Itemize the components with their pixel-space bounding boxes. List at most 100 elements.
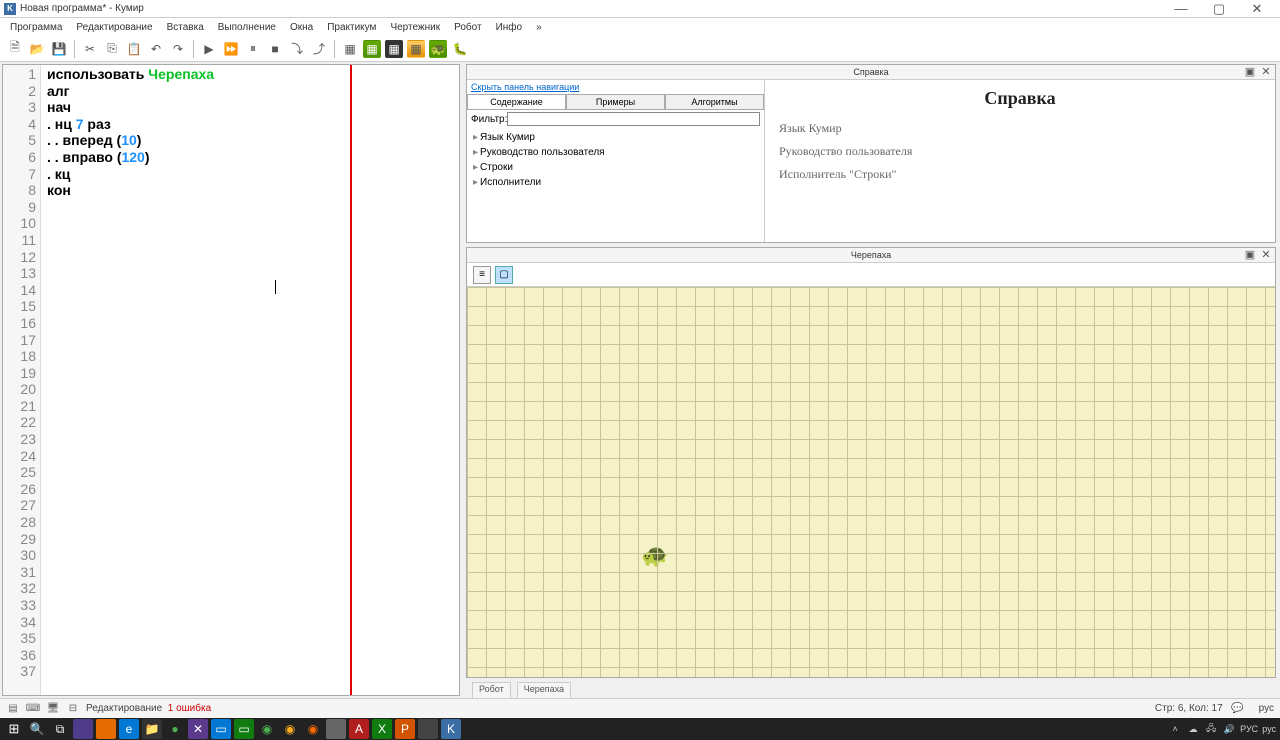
actor-black-icon[interactable]: ▦ — [385, 40, 403, 58]
help-tab-0[interactable]: Содержание — [467, 94, 566, 109]
menu-Чертежник[interactable]: Чертежник — [384, 20, 446, 35]
tray-chevron-icon[interactable]: ˄ — [1168, 722, 1182, 736]
taskbar-app-10[interactable]: ◉ — [280, 719, 300, 739]
menu-Робот[interactable]: Робот — [448, 20, 487, 35]
help-tab-2[interactable]: Алгоритмы — [665, 94, 764, 109]
text-caret — [275, 280, 276, 294]
code-line[interactable]: . кц — [47, 166, 453, 183]
sb-icon-2[interactable]: ⌨ — [26, 702, 40, 716]
help-link[interactable]: Руководство пользователя — [779, 140, 1261, 163]
menu-»[interactable]: » — [530, 20, 548, 35]
actor-tab[interactable]: Черепаха — [517, 682, 571, 698]
actor-green-icon[interactable]: ▦ — [363, 40, 381, 58]
taskbar-kumir-icon[interactable]: K — [441, 719, 461, 739]
taskbar-app-5[interactable]: ● — [165, 719, 185, 739]
help-link[interactable]: Исполнитель "Строки" — [779, 163, 1261, 186]
panel-close-icon[interactable]: ✕ — [1259, 248, 1273, 261]
tray-lang[interactable]: РУС — [1240, 724, 1258, 734]
cut-icon[interactable]: ✂ — [81, 40, 99, 58]
stop-icon[interactable]: ■ — [266, 40, 284, 58]
help-tree-item[interactable]: ▸Руководство пользователя — [473, 145, 758, 160]
help-link[interactable]: Язык Кумир — [779, 117, 1261, 140]
panel-close-icon[interactable]: ✕ — [1259, 65, 1273, 78]
taskbar-app-6[interactable]: ✕ — [188, 719, 208, 739]
taskbar-app-12[interactable] — [326, 719, 346, 739]
code-editor[interactable]: 1234567891011121314151617181920212223242… — [2, 64, 460, 696]
actor-yellow-icon[interactable]: ▦ — [407, 40, 425, 58]
step-over-icon[interactable]: ⤴ — [310, 40, 328, 58]
turtle-menu-icon[interactable]: ≡ — [473, 266, 491, 284]
sb-icon-4[interactable]: ⊟ — [66, 702, 80, 716]
open-file-icon[interactable]: 📂 — [28, 40, 46, 58]
code-line[interactable]: использовать Черепаха — [47, 66, 453, 83]
menu-Выполнение[interactable]: Выполнение — [212, 20, 282, 35]
task-view-icon[interactable]: ⧉ — [50, 719, 70, 739]
taskbar-app-7[interactable]: ▭ — [211, 719, 231, 739]
taskbar-app-4[interactable]: 📁 — [142, 719, 162, 739]
help-tree-item[interactable]: ▸Строки — [473, 160, 758, 175]
code-line[interactable]: . нц 7 раз — [47, 116, 453, 133]
turtle-canvas[interactable]: 🐢 — [467, 287, 1275, 677]
code-line[interactable]: кон — [47, 182, 453, 199]
help-tree-item[interactable]: ▸Исполнители — [473, 175, 758, 190]
taskbar-app-3[interactable]: e — [119, 719, 139, 739]
actor-tab[interactable]: Робот — [472, 682, 511, 698]
statusbar: ▤ ⌨ 🖥 ⊟ Редактирование 1 ошибка Стр: 6, … — [0, 698, 1280, 718]
taskbar-app-9[interactable]: ◉ — [257, 719, 277, 739]
tray-lang2[interactable]: рус — [1262, 724, 1276, 734]
panel-dock-icon[interactable]: ▣ — [1243, 65, 1257, 78]
bug-icon[interactable]: 🐛 — [451, 40, 469, 58]
maximize-button[interactable]: ▢ — [1200, 0, 1238, 18]
undo-icon[interactable]: ↶ — [147, 40, 165, 58]
copy-icon[interactable]: ⎘ — [103, 40, 121, 58]
turtle-actor-icon[interactable]: 🐢 — [429, 40, 447, 58]
code-area[interactable]: использовать Черепахаалгнач. нц 7 раз. .… — [41, 65, 459, 695]
taskbar-app-2[interactable] — [96, 719, 116, 739]
help-tree-item[interactable]: ▸Язык Кумир — [473, 130, 758, 145]
taskbar-app-1[interactable] — [73, 719, 93, 739]
msg-icon[interactable]: 💬 — [1231, 702, 1245, 716]
taskbar-app-16[interactable] — [418, 719, 438, 739]
redo-icon[interactable]: ↷ — [169, 40, 187, 58]
search-icon[interactable]: 🔍 — [27, 719, 47, 739]
new-file-icon[interactable]: 🗎 — [6, 40, 24, 58]
panel-dock-icon[interactable]: ▣ — [1243, 248, 1257, 261]
pause-icon[interactable]: ⏸ — [244, 40, 262, 58]
status-errors: 1 ошибка — [168, 703, 211, 714]
menu-Редактирование[interactable]: Редактирование — [70, 20, 158, 35]
code-line[interactable]: . . вперед (10) — [47, 132, 453, 149]
hide-nav-link[interactable]: Скрыть панель навигации — [467, 80, 764, 94]
menu-Вставка[interactable]: Вставка — [161, 20, 210, 35]
tray-volume-icon[interactable]: 🔊 — [1222, 722, 1236, 736]
taskbar-app-11[interactable]: ◉ — [303, 719, 323, 739]
menu-Инфо[interactable]: Инфо — [490, 20, 529, 35]
help-nav: Скрыть панель навигации СодержаниеПример… — [467, 80, 765, 242]
menu-Окна[interactable]: Окна — [284, 20, 319, 35]
taskbar-app-15[interactable]: P — [395, 719, 415, 739]
tray-network-icon[interactable]: 🖧 — [1204, 722, 1218, 736]
save-file-icon[interactable]: 💾 — [50, 40, 68, 58]
code-line[interactable]: . . вправо (120) — [47, 149, 453, 166]
help-tab-1[interactable]: Примеры — [566, 94, 665, 109]
menu-Практикум[interactable]: Практикум — [321, 20, 382, 35]
filter-input[interactable] — [507, 112, 760, 126]
run-fast-icon[interactable]: ⏩ — [222, 40, 240, 58]
sb-icon-1[interactable]: ▤ — [6, 702, 20, 716]
taskbar-app-14[interactable]: X — [372, 719, 392, 739]
paste-icon[interactable]: 📋 — [125, 40, 143, 58]
minimize-button[interactable]: — — [1162, 0, 1200, 18]
taskbar-app-13[interactable]: A — [349, 719, 369, 739]
menu-Программа[interactable]: Программа — [4, 20, 68, 35]
taskbar-app-8[interactable]: ▭ — [234, 719, 254, 739]
tray-onedrive-icon[interactable]: ☁ — [1186, 722, 1200, 736]
grid-icon[interactable]: ▦ — [341, 40, 359, 58]
close-button[interactable]: ✕ — [1238, 0, 1276, 18]
run-icon[interactable]: ▶ — [200, 40, 218, 58]
turtle-reset-icon[interactable]: ▢ — [495, 266, 513, 284]
start-button[interactable]: ⊞ — [4, 719, 24, 739]
code-line[interactable]: нач — [47, 99, 453, 116]
code-line[interactable]: алг — [47, 83, 453, 100]
sb-icon-3[interactable]: 🖥 — [46, 702, 60, 716]
error-margin-line — [350, 65, 352, 695]
step-icon[interactable]: ⤵ — [288, 40, 306, 58]
